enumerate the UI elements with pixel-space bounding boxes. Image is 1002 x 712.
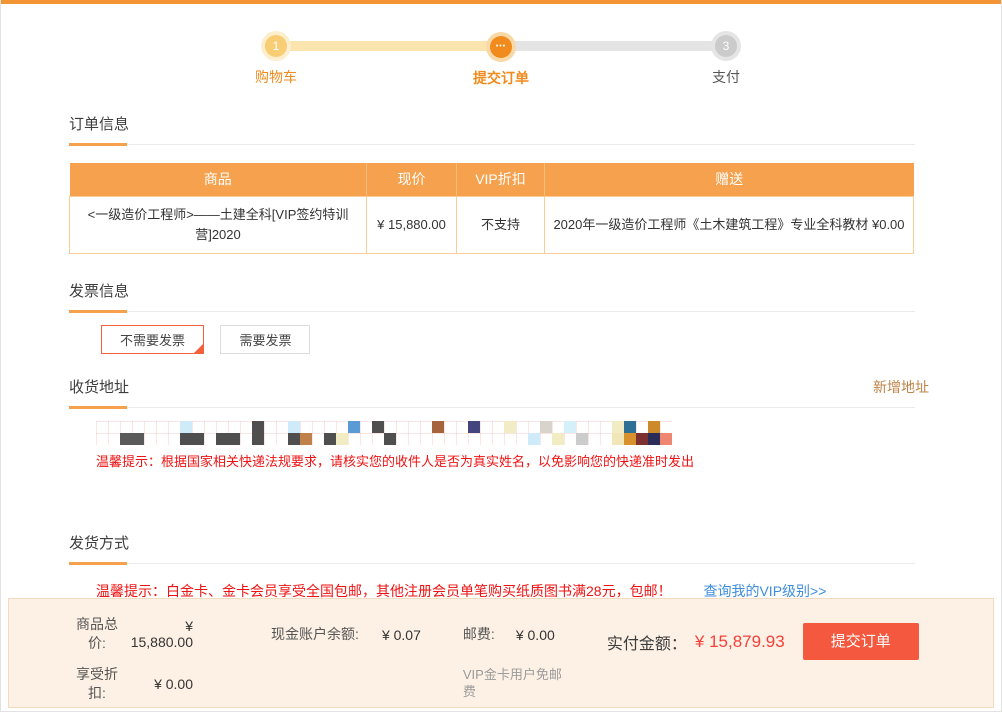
no-invoice-button[interactable]: 不需要发票 xyxy=(101,325,204,354)
discount-value: ¥ 0.00 xyxy=(123,676,193,692)
postage-group: 邮费: ¥ 0.00 VIP金卡用户免邮费 xyxy=(463,625,563,700)
vip-level-link[interactable]: 查询我的VIP级别>> xyxy=(703,583,826,599)
totals-group: 商品总价: ¥ 15,880.00 享受折扣: ¥ 0.00 xyxy=(71,615,195,712)
payable-value: ¥ 15,879.93 xyxy=(695,632,785,652)
total-value: ¥ 15,880.00 xyxy=(123,618,193,650)
order-table-header-row: 商品 现价 VIP折扣 赠送 xyxy=(70,163,914,196)
add-address-link[interactable]: 新增地址 xyxy=(873,377,929,397)
invoice-header: 发票信息 xyxy=(69,280,915,312)
discount-row: 享受折扣: ¥ 0.00 xyxy=(71,665,195,703)
payable-group: 实付金额： ¥ 15,879.93 提交订单 xyxy=(607,623,919,660)
mosaic-cell xyxy=(432,421,444,433)
mosaic-cell xyxy=(372,421,384,433)
payable-label: 实付金额： xyxy=(607,630,687,654)
shipping-title: 发货方式 xyxy=(69,535,129,552)
step-1-label: 购物车 xyxy=(216,67,336,87)
mosaic-cell xyxy=(288,433,300,445)
mosaic-cell xyxy=(468,421,480,433)
need-invoice-button[interactable]: 需要发票 xyxy=(220,325,310,354)
mosaic-cell xyxy=(180,433,192,445)
step-pay: 3 支付 xyxy=(666,35,786,87)
cell-gift: 2020年一级造价工程师《土木建筑工程》专业全科教材 ¥0.00 xyxy=(545,196,914,253)
balance-group: 现金账户余额: ¥ 0.07 xyxy=(271,625,421,644)
mosaic-cell xyxy=(336,433,348,445)
postage-note: VIP金卡用户免邮费 xyxy=(463,666,563,700)
mosaic-cell xyxy=(624,433,636,445)
postage-label: 邮费: xyxy=(463,625,495,644)
step-3-circle: 3 xyxy=(715,35,737,57)
mosaic-cell xyxy=(540,421,552,433)
balance-value: ¥ 0.07 xyxy=(359,627,421,643)
cell-price: ¥ 15,880.00 xyxy=(367,196,457,253)
mosaic-cell xyxy=(288,421,300,433)
balance-label: 现金账户余额: xyxy=(271,625,359,644)
col-vip-discount: VIP折扣 xyxy=(457,163,545,196)
mosaic-cell xyxy=(216,433,228,445)
total-row: 商品总价: ¥ 15,880.00 xyxy=(71,615,195,653)
col-gift: 赠送 xyxy=(545,163,914,196)
col-price: 现价 xyxy=(367,163,457,196)
cell-vip-discount: 不支持 xyxy=(457,196,545,253)
step-submit-order: ••• 提交订单 xyxy=(441,35,561,88)
col-product: 商品 xyxy=(70,163,367,196)
address-header: 收货地址 新增地址 xyxy=(69,376,915,408)
invoice-options: 不需要发票 需要发票 xyxy=(101,325,915,354)
step-2-label: 提交订单 xyxy=(441,68,561,88)
postage-row: 邮费: ¥ 0.00 xyxy=(463,625,563,644)
top-accent-bar xyxy=(1,0,1001,4)
order-info-title: 订单信息 xyxy=(69,116,129,133)
shipping-tip-red: 温馨提示：白金卡、金卡会员享受全国包邮，其他注册会员单笔购买纸质图书满28元，包… xyxy=(96,583,672,599)
mosaic-cell xyxy=(252,421,264,433)
mosaic-cell xyxy=(384,433,396,445)
mosaic-cell xyxy=(228,433,240,445)
mosaic-cell xyxy=(636,433,648,445)
address-notice: 温馨提示：根据国家相关快递法规要求，请核实您的收件人是否为真实姓名，以免影响您的… xyxy=(96,451,915,470)
address-mosaic[interactable] xyxy=(96,421,672,445)
step-cart: 1 购物车 xyxy=(216,35,336,87)
order-table: 商品 现价 VIP折扣 赠送 <一级造价工程师>——土建全科[VIP签约特训营]… xyxy=(69,163,914,254)
mosaic-cell xyxy=(132,433,144,445)
mosaic-cell xyxy=(648,421,660,433)
mosaic-cell xyxy=(180,421,192,433)
mosaic-cell xyxy=(348,421,360,433)
summary-bar: 商品总价: ¥ 15,880.00 享受折扣: ¥ 0.00 现金账户余额: ¥… xyxy=(8,598,994,708)
mosaic-cell xyxy=(624,421,636,433)
invoice-title: 发票信息 xyxy=(69,283,129,300)
mosaic-cell xyxy=(528,433,540,445)
mosaic-cell xyxy=(192,433,204,445)
order-table-row: <一级造价工程师>——土建全科[VIP签约特训营]2020 ¥ 15,880.0… xyxy=(70,196,914,253)
mosaic-cell xyxy=(120,433,132,445)
submit-order-button[interactable]: 提交订单 xyxy=(803,623,919,660)
discount-label: 享受折扣: xyxy=(71,665,123,703)
ellipsis-icon: ••• xyxy=(490,36,512,58)
checkout-stepper: 1 购物车 ••• 提交订单 3 支付 xyxy=(276,35,726,97)
order-info-header: 订单信息 xyxy=(69,113,915,145)
mosaic-cell xyxy=(576,433,588,445)
cell-product: <一级造价工程师>——土建全科[VIP签约特训营]2020 xyxy=(70,196,367,253)
mosaic-cell xyxy=(648,433,660,445)
mosaic-cell xyxy=(660,433,672,445)
mosaic-cell xyxy=(552,433,564,445)
page: 1 购物车 ••• 提交订单 3 支付 订单信息 商品 现价 VIP折扣 赠送 … xyxy=(0,0,1002,712)
mosaic-cell xyxy=(504,421,516,433)
shipping-header: 发货方式 xyxy=(69,532,915,564)
step-3-label: 支付 xyxy=(666,67,786,87)
mosaic-cell xyxy=(252,433,264,445)
step-1-circle: 1 xyxy=(265,35,287,57)
total-label: 商品总价: xyxy=(71,615,123,653)
mosaic-cell xyxy=(612,433,624,445)
mosaic-cell xyxy=(564,421,576,433)
mosaic-cell xyxy=(300,433,312,445)
postage-value: ¥ 0.00 xyxy=(495,627,555,643)
mosaic-cell xyxy=(612,421,624,433)
address-title: 收货地址 xyxy=(69,379,129,396)
mosaic-cell xyxy=(324,433,336,445)
